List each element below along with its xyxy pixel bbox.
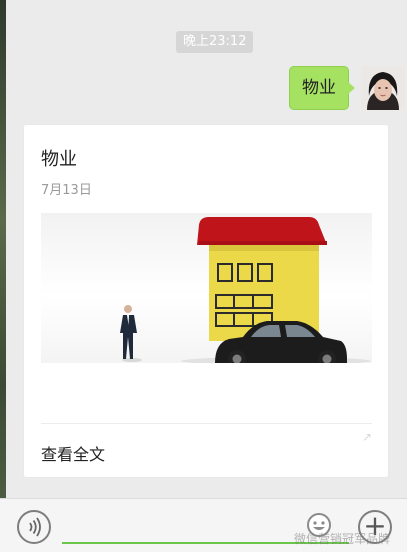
- card-divider: [41, 423, 372, 424]
- avatar-image: [361, 66, 405, 110]
- card-cover-image: [41, 213, 372, 363]
- avatar[interactable]: [361, 66, 405, 110]
- share-icon: ↗: [362, 430, 373, 444]
- sent-message-bubble[interactable]: 物业: [289, 66, 349, 110]
- card-title: 物业: [41, 149, 77, 170]
- house-car-illustration: [120, 217, 371, 363]
- message-timestamp: 晚上23:12: [176, 31, 254, 53]
- read-full-article-link[interactable]: 查看全文: [41, 441, 105, 465]
- watermark: 微信营销冠军品牌: [294, 532, 391, 546]
- bubble-tail: [348, 82, 355, 94]
- article-card[interactable]: 物业 7月13日 查看全文 ↗: [24, 125, 388, 477]
- voice-icon: [29, 517, 41, 537]
- voice-button[interactable]: [17, 510, 51, 544]
- card-date: 7月13日: [41, 183, 92, 198]
